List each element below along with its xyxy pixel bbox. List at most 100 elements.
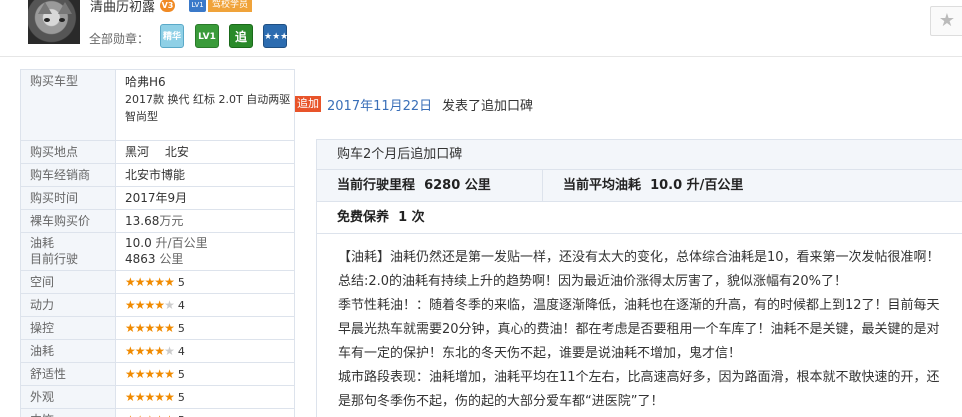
avatar-eye-icon [59,18,65,22]
star-icon: ★ [125,298,136,312]
review-stats: 当前行驶里程 6280 公里 当前平均油耗 10.0 升/百公里 [317,170,962,202]
star-icon: ★ [164,344,175,358]
info-row-fuel: 油耗 目前行驶 10.0 升/百公里 4863 公里 [21,233,294,271]
rating-row: 舒适性 ★★★★★ 5 [21,363,294,386]
star-icon: ★ [145,413,156,417]
star-icon: ★ [134,390,146,404]
rating-row: 动力 ★★★★★ 4 [21,294,294,317]
avatar-ear-icon [38,2,52,14]
user-header: 清曲历初露 V3 LV1 驾校学员 全部勋章： 精华 LV1 追 ★★★ ★ [0,0,962,56]
star-icon: ★ [154,367,165,381]
student-badge: 驾校学员 [208,0,253,12]
car-model-detail[interactable]: 2017款 换代 红标 2.0T 自动两驱智尚型 [125,91,294,125]
rating-row: 油耗 ★★★★★ 4 [21,340,294,363]
star-icon: ★ [154,344,165,358]
rating-stars-icon: ★★★★★ [125,321,175,335]
rating-label: 动力 [21,294,116,316]
fuel-stat: 当前平均油耗 10.0 升/百公里 [543,170,743,201]
fuel-stat-value: 10.0 升/百公里 [650,178,744,193]
info-label: 购买地点 [21,141,116,163]
star-icon: ★ [164,390,175,404]
fuel-unit: 升/百公里 [155,236,208,250]
rating-value: ★★★★★ 4 [116,340,294,362]
price-value: 13.68 [125,214,160,228]
info-value: 2017年9月 [125,191,188,205]
info-row-location: 购买地点 黑河 北安 [21,141,294,164]
star-icon: ★ [125,321,136,335]
rating-score: 5 [177,322,185,335]
rating-score: 5 [177,276,185,289]
maintenance-label: 免费保养 [337,210,390,225]
star-icon: ★ [134,321,146,335]
rating-label: 外观 [21,386,116,408]
rating-value: ★★★★★5 [116,386,294,408]
star-icon: ★ [144,275,156,289]
info-row-price: 裸车购买价 13.68万元 [21,210,294,233]
rating-value: ★★★★★5 [116,363,294,385]
star-icon: ★ [125,367,136,381]
review-panel: 购车2个月后追加口碑 当前行驶里程 6280 公里 当前平均油耗 10.0 升/… [316,139,962,417]
rating-score: 5 [177,368,185,381]
rating-value: ★★★★★ 4 [116,294,294,316]
fuel-stat-label: 当前平均油耗 [563,178,642,193]
star-icon: ★ [164,413,175,417]
dealer-link[interactable]: 北安市博能 [116,164,294,186]
medal-car-icon[interactable]: ★★★ [263,24,288,48]
rating-stars-icon: ★★★★★ [125,413,175,417]
rating-row: 内饰★★★★★5 [21,409,294,417]
medal-essence-icon[interactable]: 精华 [160,24,184,48]
info-value: 10.0 升/百公里 4863 公里 [116,233,294,270]
star-icon: ★ [125,275,136,289]
star-icon: ★ [125,344,136,358]
star-icon: ★ [144,321,156,335]
rating-label: 空间 [21,271,116,293]
review-paragraph: 城市路段表现：油耗增加，油耗平均在11个左右，比高速高好多，因为路面滑，根本就不… [338,370,940,409]
info-row-dealer: 购车经销商 北安市博能 [21,164,294,187]
car-model-link[interactable]: 哈弗H6 [125,74,294,91]
info-value: 哈弗H6 2017款 换代 红标 2.0T 自动两驱智尚型 [116,70,294,140]
rating-stars-icon: ★★★★★ [125,390,175,404]
star-icon: ★ [154,390,165,404]
medal-followup-icon[interactable]: 追 [229,24,253,48]
mileage-stat-value: 6280 公里 [424,178,491,193]
info-label: 裸车购买价 [21,210,116,232]
review-published-text: 发表了追加口碑 [442,99,534,114]
username[interactable]: 清曲历初露 [90,0,155,15]
purchase-info-table: 购买车型 哈弗H6 2017款 换代 红标 2.0T 自动两驱智尚型 购买地点 … [20,69,295,417]
avatar[interactable] [28,0,80,44]
star-icon: ★ [144,344,156,358]
star-icon: ★ [154,298,165,312]
info-label: 购买时间 [21,187,116,209]
star-icon: ★ [164,298,175,312]
info-row-model: 购买车型 哈弗H6 2017款 换代 红标 2.0T 自动两驱智尚型 [21,70,294,141]
mileage-label: 目前行驶 [30,252,79,266]
star-icon: ★ [154,413,165,417]
followup-tag: 追加 [295,96,321,112]
rating-value: ★★★★★5 [116,317,294,339]
lv-badge: LV1 [189,0,206,12]
review-date: 2017年11月22日 [327,99,433,114]
panel-title: 购车2个月后追加口碑 [317,140,962,170]
rating-stars-icon: ★★★★★ [125,344,175,358]
rating-row: 操控 ★★★★★ 5 [21,317,294,340]
star-icon: ★ [134,298,146,312]
star-icon: ★ [134,275,146,289]
star-icon: ★ [125,413,136,417]
mileage-unit: 公里 [159,252,184,266]
maintenance-value: 1 次 [398,210,425,225]
rating-row: 外观 ★★★★★ 5 [21,386,294,409]
star-icon: ★ [125,390,136,404]
review-body: 【油耗】油耗仍然还是第一发贴一样，还没有太大的变化，总体综合油耗是10，看来第一… [317,234,962,417]
rating-score: 4 [177,345,185,358]
rating-stars-icon: ★★★★★ [125,275,175,289]
info-value: 13.68万元 [116,210,294,232]
favorite-star-icon[interactable]: ★ [930,6,962,36]
avatar-ear-icon [58,2,72,14]
mileage-stat: 当前行驶里程 6280 公里 [317,170,543,201]
rating-label: 舒适性 [21,363,116,385]
rating-label: 内饰 [21,409,116,417]
level-badge: V3 [160,0,175,12]
star-icon: ★ [144,390,156,404]
medal-level-icon[interactable]: LV1 [195,24,219,48]
info-label: 油耗 目前行驶 [21,233,116,270]
